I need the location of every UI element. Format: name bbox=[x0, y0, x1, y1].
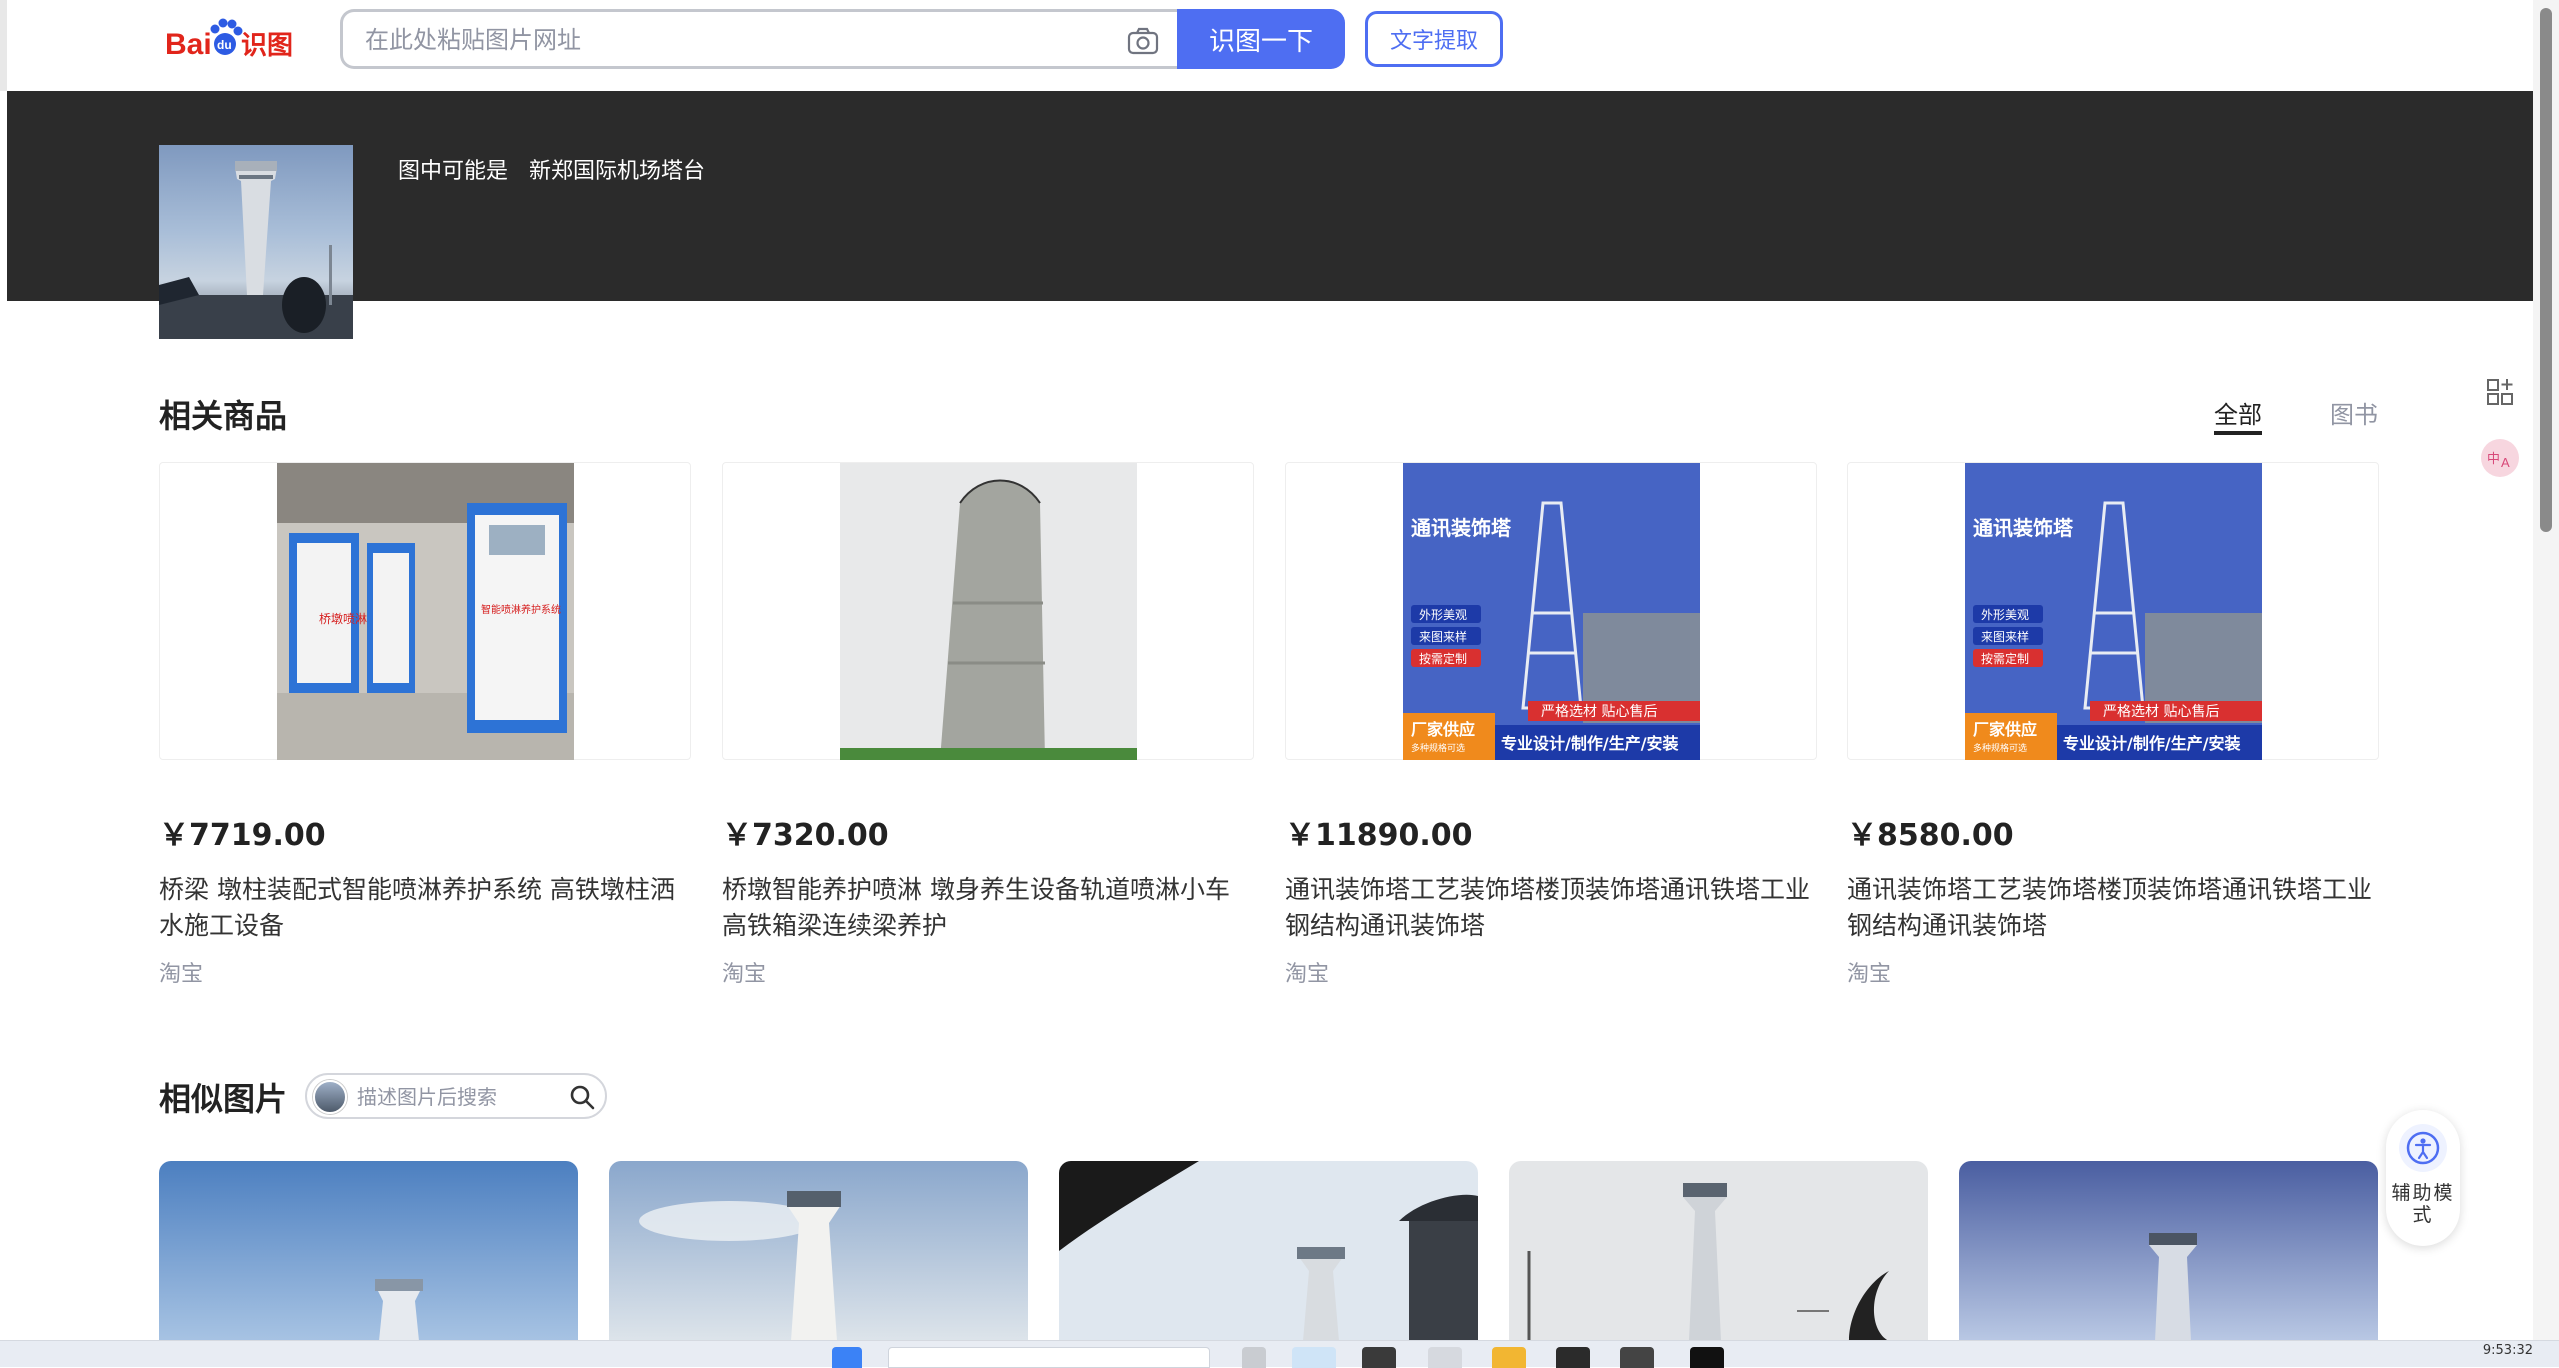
similar-image[interactable] bbox=[1059, 1161, 1478, 1341]
product-card[interactable]: 通讯装饰塔 外形美观 来图来样 按需定制 严格选材 贴心售后 厂家供应 多种规格… bbox=[1285, 462, 1817, 988]
product-image-box[interactable]: 通讯装饰塔 外形美观 来图来样 按需定制 严格选材 贴心售后 厂家供应 多种规格… bbox=[1847, 462, 2379, 760]
camera-icon[interactable] bbox=[1126, 26, 1160, 56]
similar-search-box bbox=[305, 1073, 607, 1119]
image-url-search-box bbox=[340, 9, 1180, 69]
svg-text:Bai: Bai bbox=[165, 28, 212, 61]
query-image-thumbnail[interactable] bbox=[159, 145, 353, 339]
product-image-box[interactable]: 通讯装饰塔 外形美观 来图来样 按需定制 严格选材 贴心售后 厂家供应 多种规格… bbox=[1285, 462, 1817, 760]
svg-text:按需定制: 按需定制 bbox=[1981, 651, 2029, 666]
tab-all[interactable]: 全部 bbox=[2214, 395, 2262, 435]
product-title[interactable]: 桥墩智能养护喷淋 墩身养生设备轨道喷淋小车 高铁箱梁连续梁养护 bbox=[722, 872, 1254, 944]
query-mini-thumbnail bbox=[313, 1080, 347, 1114]
taskbar-app-icon[interactable] bbox=[1620, 1347, 1654, 1368]
svg-text:专业设计/制作/生产/安装: 专业设计/制作/生产/安装 bbox=[1501, 734, 1679, 753]
product-card[interactable]: 通讯装饰塔 外形美观 来图来样 按需定制 严格选材 贴心售后 厂家供应 多种规格… bbox=[1847, 462, 2379, 988]
svg-text:厂家供应: 厂家供应 bbox=[1411, 720, 1475, 739]
product-price: ￥11890.00 bbox=[1285, 818, 1473, 853]
taskbar-app-icon[interactable] bbox=[1690, 1347, 1724, 1368]
product-price: ￥7719.00 bbox=[159, 818, 326, 853]
svg-text:厂家供应: 厂家供应 bbox=[1973, 720, 2037, 739]
search-icon[interactable] bbox=[569, 1084, 595, 1110]
taskbar-app-icon[interactable] bbox=[1556, 1347, 1590, 1368]
product-title[interactable]: 通讯装饰塔工艺装饰塔楼顶装饰塔通讯铁塔工业钢结构通讯装饰塔 bbox=[1285, 872, 1817, 944]
product-card[interactable]: 桥墩喷淋 智能喷淋养护系统 ￥7719.00 桥梁 墩柱装配式智能喷淋养护系统 … bbox=[159, 462, 691, 988]
product-title[interactable]: 桥梁 墩柱装配式智能喷淋养护系统 高铁墩柱洒水施工设备 bbox=[159, 872, 691, 944]
guess-value[interactable]: 新郑国际机场塔台 bbox=[529, 159, 705, 184]
similar-image[interactable] bbox=[609, 1161, 1028, 1341]
svg-text:A: A bbox=[2501, 455, 2510, 470]
taskbar-app-icon[interactable] bbox=[1362, 1347, 1396, 1368]
product-image: 通讯装饰塔 外形美观 来图来样 按需定制 严格选材 贴心售后 厂家供应 多种规格… bbox=[1965, 463, 2262, 760]
svg-text:外形美观: 外形美观 bbox=[1981, 608, 2029, 622]
taskbar-app-icon[interactable] bbox=[1428, 1347, 1462, 1368]
translate-icon[interactable]: 中 A bbox=[2478, 436, 2522, 480]
product-source[interactable]: 淘宝 bbox=[1285, 956, 1817, 988]
search-button[interactable]: 识图一下 bbox=[1177, 9, 1345, 69]
edge-browser-icon[interactable] bbox=[1292, 1347, 1336, 1368]
similar-image[interactable] bbox=[159, 1161, 578, 1341]
svg-text:严格选材 贴心售后: 严格选材 贴心售后 bbox=[1541, 704, 1657, 720]
product-tabs: 全部 图书 bbox=[2214, 395, 2378, 435]
accessibility-mode-button[interactable]: 辅助模式 bbox=[2386, 1110, 2460, 1246]
product-source[interactable]: 淘宝 bbox=[1847, 956, 2379, 988]
product-price: ￥8580.00 bbox=[1847, 818, 2014, 853]
product-image-box[interactable]: 桥墩喷淋 智能喷淋养护系统 bbox=[159, 462, 691, 760]
taskbar-clock[interactable]: 9:53:32 bbox=[2483, 1343, 2533, 1358]
scrollbar-thumb[interactable] bbox=[2540, 8, 2552, 532]
product-image-box[interactable] bbox=[722, 462, 1254, 760]
product-card[interactable]: ￥7320.00 桥墩智能养护喷淋 墩身养生设备轨道喷淋小车 高铁箱梁连续梁养护… bbox=[722, 462, 1254, 988]
svg-text:中: 中 bbox=[2487, 452, 2500, 467]
text-extract-button[interactable]: 文字提取 bbox=[1365, 11, 1503, 67]
svg-text:来图来样: 来图来样 bbox=[1981, 629, 2029, 644]
cabinet-label: 桥墩喷淋 bbox=[319, 612, 367, 626]
cabinet-label-2: 智能喷淋养护系统 bbox=[481, 603, 561, 616]
taskbar-app-icon[interactable] bbox=[1242, 1347, 1266, 1368]
guess-label: 图中可能是 bbox=[398, 159, 509, 184]
taskbar-search-box[interactable] bbox=[888, 1347, 1210, 1368]
recognition-guess: 图中可能是 新郑国际机场塔台 bbox=[398, 153, 705, 185]
tab-books[interactable]: 图书 bbox=[2330, 395, 2378, 435]
vertical-scrollbar[interactable] bbox=[2533, 0, 2559, 1340]
svg-text:专业设计/制作/生产/安装: 专业设计/制作/生产/安装 bbox=[2063, 734, 2241, 753]
similar-image[interactable] bbox=[1959, 1161, 2378, 1341]
describe-image-input[interactable] bbox=[357, 1084, 557, 1110]
baidu-logo[interactable]: Bai du 识图 bbox=[165, 12, 315, 64]
result-band bbox=[7, 91, 2533, 301]
product-image bbox=[840, 463, 1137, 760]
product-list: 桥墩喷淋 智能喷淋养护系统 ￥7719.00 桥梁 墩柱装配式智能喷淋养护系统 … bbox=[159, 462, 2379, 1002]
similar-image-gallery bbox=[159, 1161, 2379, 1341]
tower-photo bbox=[159, 161, 353, 339]
svg-text:严格选材 贴心售后: 严格选材 贴心售后 bbox=[2103, 704, 2219, 720]
start-menu-icon[interactable] bbox=[832, 1347, 862, 1368]
product-source[interactable]: 淘宝 bbox=[159, 956, 691, 988]
accessibility-icon bbox=[2399, 1124, 2447, 1172]
svg-text:识图: 识图 bbox=[241, 31, 293, 61]
similar-images-title: 相似图片 bbox=[159, 1080, 288, 1118]
svg-text:du: du bbox=[217, 38, 232, 52]
svg-text:多种规格可选: 多种规格可选 bbox=[1411, 742, 1465, 754]
product-title[interactable]: 通讯装饰塔工艺装饰塔楼顶装饰塔通讯铁塔工业钢结构通讯装饰塔 bbox=[1847, 872, 2379, 944]
svg-text:通讯装饰塔: 通讯装饰塔 bbox=[1973, 516, 2074, 540]
product-image: 桥墩喷淋 智能喷淋养护系统 bbox=[277, 463, 574, 760]
accessibility-label: 辅助模式 bbox=[2391, 1182, 2455, 1226]
file-explorer-icon[interactable] bbox=[1492, 1347, 1526, 1368]
qr-app-icon[interactable] bbox=[2478, 370, 2522, 414]
os-taskbar: 9:53:32 bbox=[0, 1340, 2559, 1368]
image-url-input[interactable] bbox=[365, 24, 1105, 56]
svg-text:多种规格可选: 多种规格可选 bbox=[1973, 742, 2027, 754]
similar-image[interactable] bbox=[1509, 1161, 1928, 1341]
svg-text:按需定制: 按需定制 bbox=[1419, 651, 1467, 666]
top-header: Bai du 识图 识图一下 文字提取 bbox=[0, 0, 2533, 91]
product-image: 通讯装饰塔 外形美观 来图来样 按需定制 严格选材 贴心售后 厂家供应 多种规格… bbox=[1403, 463, 1700, 760]
related-products-title: 相关商品 bbox=[159, 397, 288, 435]
product-price: ￥7320.00 bbox=[722, 818, 889, 853]
svg-text:外形美观: 外形美观 bbox=[1419, 608, 1467, 622]
product-source[interactable]: 淘宝 bbox=[722, 956, 1254, 988]
svg-text:通讯装饰塔: 通讯装饰塔 bbox=[1411, 516, 1512, 540]
svg-text:来图来样: 来图来样 bbox=[1419, 629, 1467, 644]
